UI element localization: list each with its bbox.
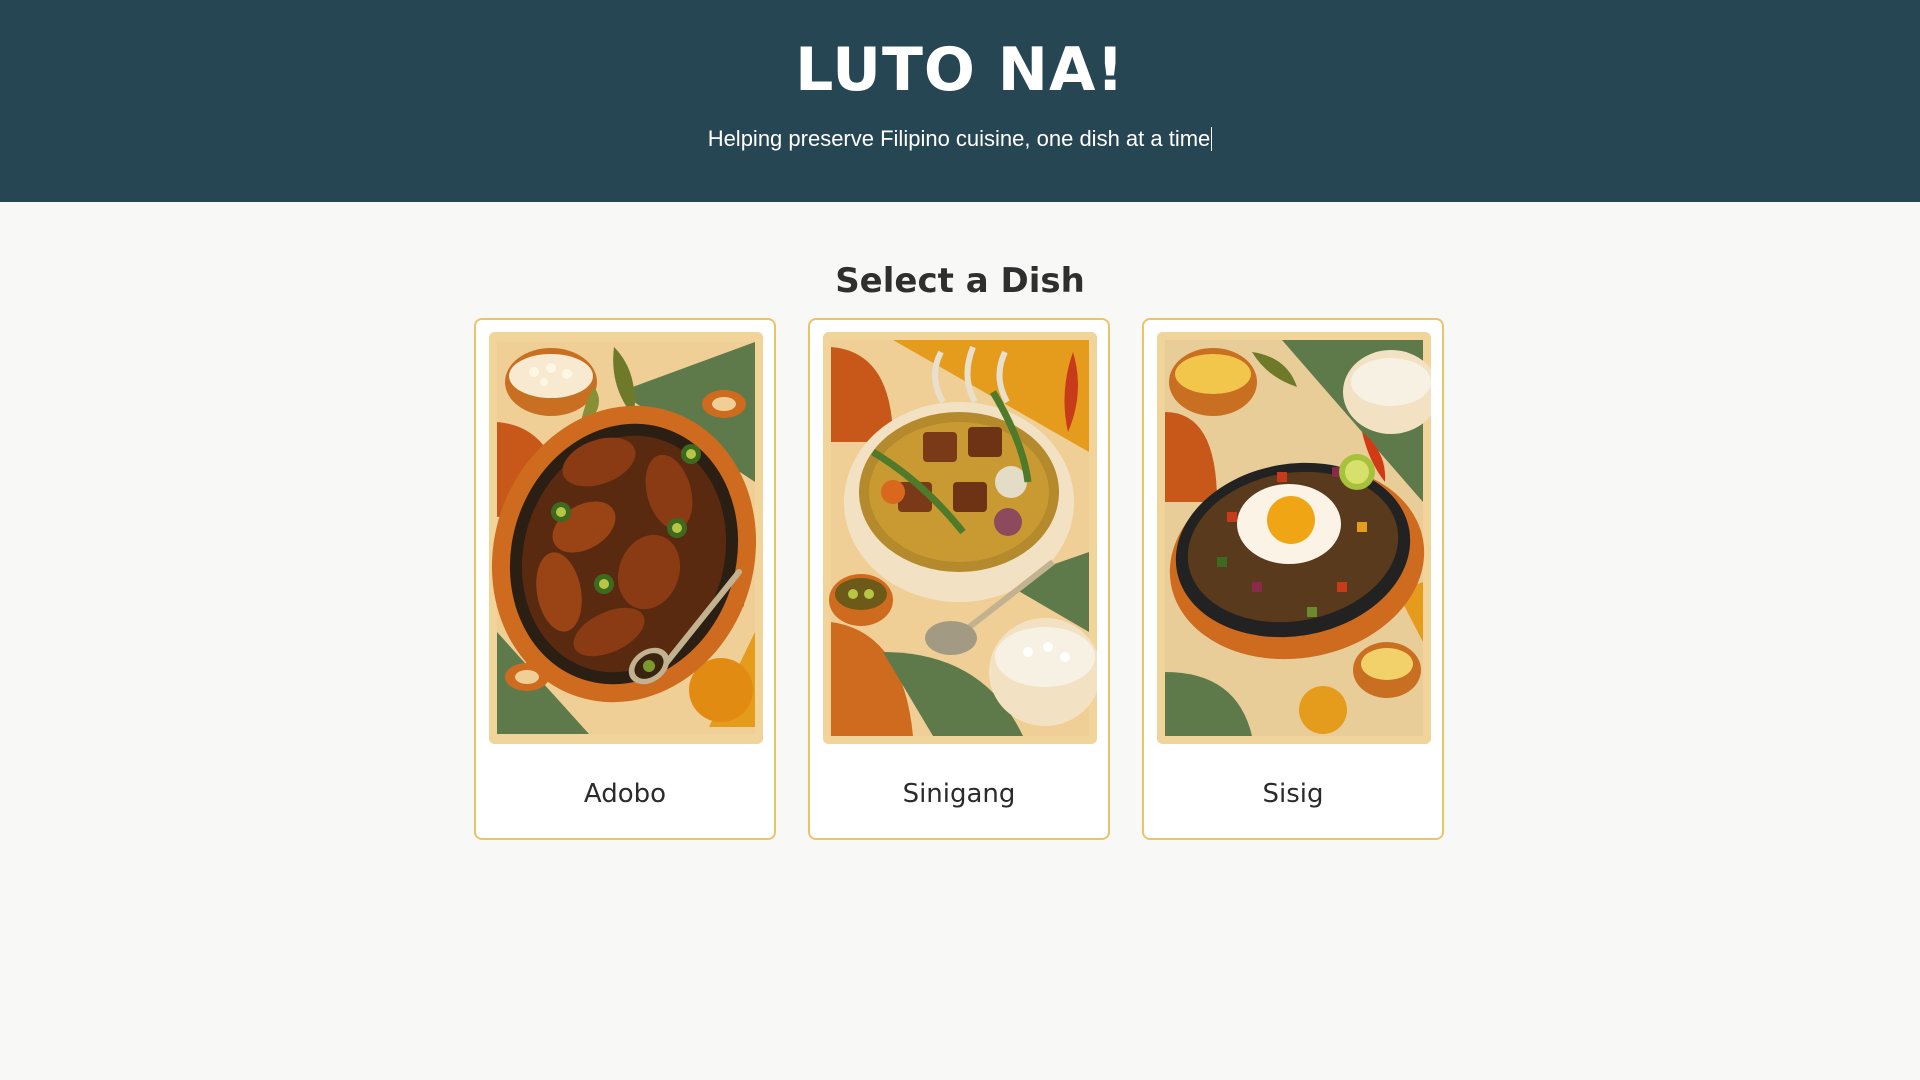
dish-label: Sisig <box>1262 779 1324 809</box>
dish-card-sinigang[interactable]: Sinigang <box>808 318 1110 840</box>
sinigang-soup-illustration <box>823 332 1097 744</box>
chicken-adobo-illustration <box>489 332 763 744</box>
site-header: LUTO NA! Helping preserve Filipino cuisi… <box>0 0 1920 202</box>
dish-label: Sinigang <box>902 779 1016 809</box>
sinigang-image <box>823 332 1097 744</box>
site-title: LUTO NA! <box>795 35 1125 105</box>
dish-card-sisig[interactable]: Sisig <box>1142 318 1444 840</box>
text-cursor <box>1211 127 1213 151</box>
sisig-image <box>1157 332 1431 744</box>
tagline: Helping preserve Filipino cuisine, one d… <box>0 124 1920 154</box>
adobo-image <box>489 332 763 744</box>
dish-card-adobo[interactable]: Adobo <box>474 318 776 840</box>
sizzling-sisig-illustration <box>1157 332 1431 744</box>
section-title: Select a Dish <box>835 261 1085 301</box>
dish-label: Adobo <box>583 779 667 809</box>
tagline-text: Helping preserve Filipino cuisine, one d… <box>707 126 1211 151</box>
